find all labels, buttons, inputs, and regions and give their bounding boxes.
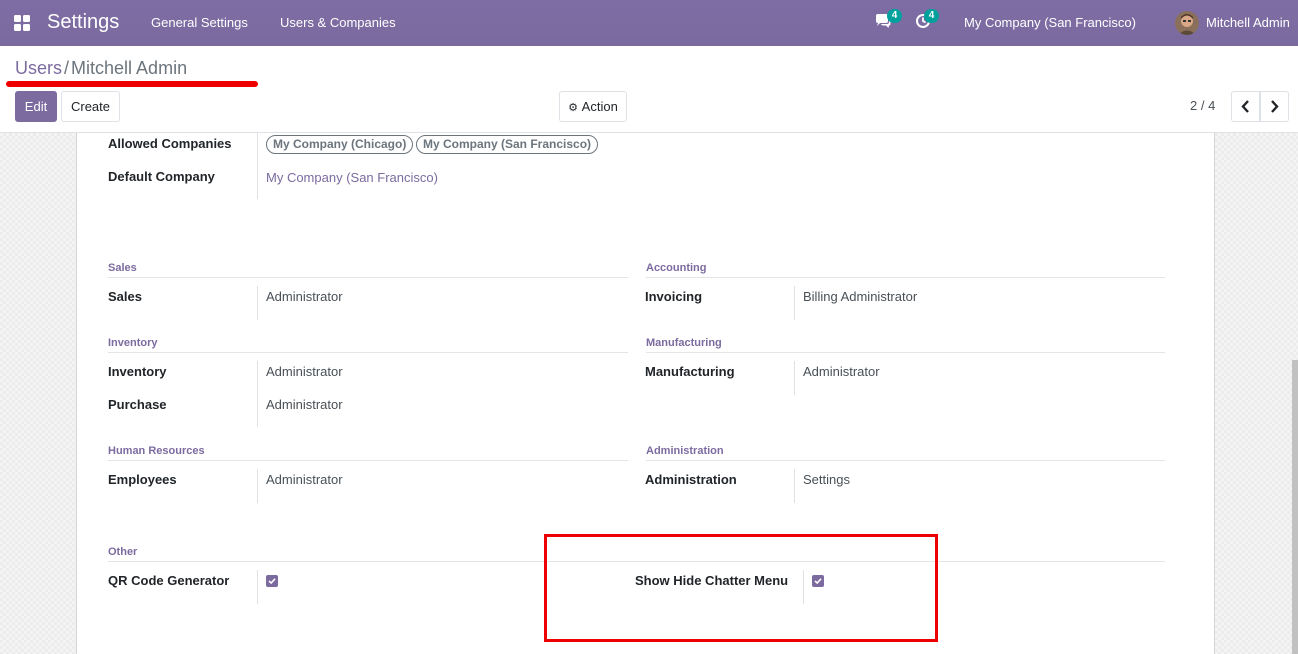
group-title-administration: Administration	[646, 445, 724, 457]
group-title-inventory: Inventory	[108, 337, 158, 349]
breadcrumb: Users / Mitchell Admin	[15, 58, 187, 79]
create-button[interactable]: Create	[61, 91, 120, 122]
inventory-value: Administrator	[266, 364, 343, 379]
employees-label: Employees	[108, 472, 177, 487]
activities-count-badge: 4	[924, 9, 939, 23]
sales-value: Administrator	[266, 289, 343, 304]
company-switcher[interactable]: My Company (San Francisco)	[964, 15, 1136, 30]
apps-menu-icon[interactable]	[14, 15, 31, 31]
employees-value: Administrator	[266, 472, 343, 487]
highlight-underline	[6, 81, 258, 87]
field-divider	[257, 570, 258, 604]
group-title-human-resources: Human Resources	[108, 445, 205, 457]
invoicing-label: Invoicing	[645, 289, 703, 304]
app-title[interactable]: Settings	[47, 11, 119, 34]
breadcrumb-users-link[interactable]: Users	[15, 58, 62, 78]
administration-value: Settings	[803, 472, 850, 487]
pager-previous-button[interactable]	[1231, 91, 1260, 122]
group-title-manufacturing: Manufacturing	[646, 337, 722, 349]
pager-value[interactable]: 2 / 4	[1190, 98, 1215, 113]
chevron-right-icon	[1271, 100, 1279, 113]
qr-code-generator-checkbox[interactable]	[266, 575, 278, 587]
field-divider	[257, 133, 258, 199]
top-navbar: Settings General Settings Users & Compan…	[0, 0, 1298, 46]
action-button[interactable]: ⚙ Action	[559, 91, 627, 122]
field-divider	[257, 469, 258, 503]
group-title-accounting: Accounting	[646, 262, 707, 274]
administration-label: Administration	[645, 472, 737, 487]
default-company-label: Default Company	[108, 169, 215, 184]
gear-icon: ⚙	[568, 102, 579, 114]
field-divider	[794, 469, 795, 503]
purchase-value: Administrator	[266, 397, 343, 412]
menu-general-settings[interactable]: General Settings	[151, 15, 248, 30]
group-separator	[646, 460, 1165, 461]
manufacturing-value: Administrator	[803, 364, 880, 379]
group-separator	[646, 352, 1165, 353]
company-tag-san-francisco: My Company (San Francisco)	[416, 135, 599, 154]
field-divider	[257, 361, 258, 427]
group-separator	[108, 352, 628, 353]
default-company-link[interactable]: My Company (San Francisco)	[266, 170, 438, 185]
inventory-label: Inventory	[108, 364, 167, 379]
field-divider	[257, 286, 258, 320]
company-tag-chicago: My Company (Chicago)	[266, 135, 414, 154]
group-separator	[646, 277, 1165, 278]
sales-label: Sales	[108, 289, 142, 304]
group-separator	[108, 277, 628, 278]
manufacturing-label: Manufacturing	[645, 364, 735, 379]
user-menu[interactable]: Mitchell Admin	[1206, 15, 1290, 30]
breadcrumb-current: Mitchell Admin	[71, 58, 188, 78]
menu-users-companies[interactable]: Users & Companies	[280, 15, 396, 30]
invoicing-value: Billing Administrator	[803, 289, 918, 304]
check-icon	[268, 578, 276, 585]
chevron-left-icon	[1241, 100, 1249, 113]
field-divider	[794, 286, 795, 320]
breadcrumb-separator: /	[64, 58, 70, 78]
group-title-other: Other	[108, 546, 138, 558]
highlight-box	[544, 534, 938, 642]
edit-button[interactable]: Edit	[15, 91, 57, 122]
action-label: Action	[581, 99, 618, 114]
scrollbar[interactable]	[1292, 360, 1298, 654]
control-panel	[0, 46, 1298, 133]
purchase-label: Purchase	[108, 397, 167, 412]
group-title-sales: Sales	[108, 262, 137, 274]
pager-next-button[interactable]	[1260, 91, 1289, 122]
group-separator	[108, 460, 628, 461]
qr-code-generator-label: QR Code Generator	[108, 573, 230, 588]
user-avatar[interactable]	[1175, 11, 1199, 35]
messages-count-badge: 4	[887, 9, 902, 23]
field-divider	[794, 361, 795, 395]
allowed-companies-label: Allowed Companies	[108, 136, 232, 151]
